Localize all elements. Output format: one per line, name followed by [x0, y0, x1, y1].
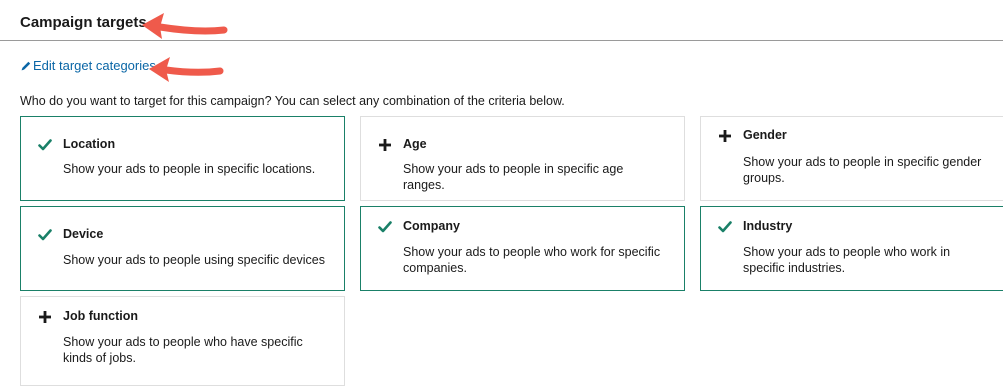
annotation-arrow-icon	[142, 13, 228, 39]
target-card-company[interactable]: Company Show your ads to people who work…	[360, 206, 685, 291]
pencil-icon	[20, 60, 32, 72]
card-description: Show your ads to people in specific loca…	[63, 162, 316, 176]
card-description: Show your ads to people in specific age …	[403, 162, 624, 192]
card-description: Show your ads to people who work in spec…	[743, 245, 951, 275]
target-card-age[interactable]: Age Show your ads to people in specific …	[360, 116, 685, 201]
card-title: Job function	[63, 309, 138, 323]
target-card-gender[interactable]: Gender Show your ads to people in specif…	[700, 116, 1003, 201]
card-title: Device	[63, 227, 104, 241]
card-title: Age	[403, 137, 427, 151]
card-title: Industry	[743, 219, 793, 233]
card-description: Show your ads to people who have specifi…	[63, 335, 303, 365]
target-card-industry[interactable]: Industry Show your ads to people who wor…	[700, 206, 1003, 291]
edit-link-label: Edit target categories	[33, 58, 156, 73]
plus-icon	[377, 137, 393, 153]
edit-target-categories-link[interactable]: Edit target categories	[20, 58, 156, 73]
checkmark-icon	[37, 227, 53, 243]
annotation-arrow-icon	[149, 57, 224, 82]
checkmark-icon	[717, 219, 733, 235]
card-title: Company	[403, 219, 460, 233]
targeting-prompt: Who do you want to target for this campa…	[20, 94, 565, 108]
card-description: Show your ads to people in specific gend…	[743, 155, 982, 185]
plus-icon	[37, 309, 53, 325]
card-description: Show your ads to people using specific d…	[63, 253, 325, 267]
card-title: Location	[63, 137, 116, 151]
checkmark-icon	[37, 137, 53, 153]
section-title: Campaign targets	[20, 14, 147, 31]
checkmark-icon	[377, 219, 393, 235]
target-card-job-function[interactable]: Job function Show your ads to people who…	[20, 296, 345, 386]
card-title: Gender	[743, 128, 787, 142]
target-card-device[interactable]: Device Show your ads to people using spe…	[20, 206, 345, 291]
plus-icon	[717, 128, 733, 144]
target-card-location[interactable]: Location Show your ads to people in spec…	[20, 116, 345, 201]
card-description: Show your ads to people who work for spe…	[403, 245, 661, 275]
